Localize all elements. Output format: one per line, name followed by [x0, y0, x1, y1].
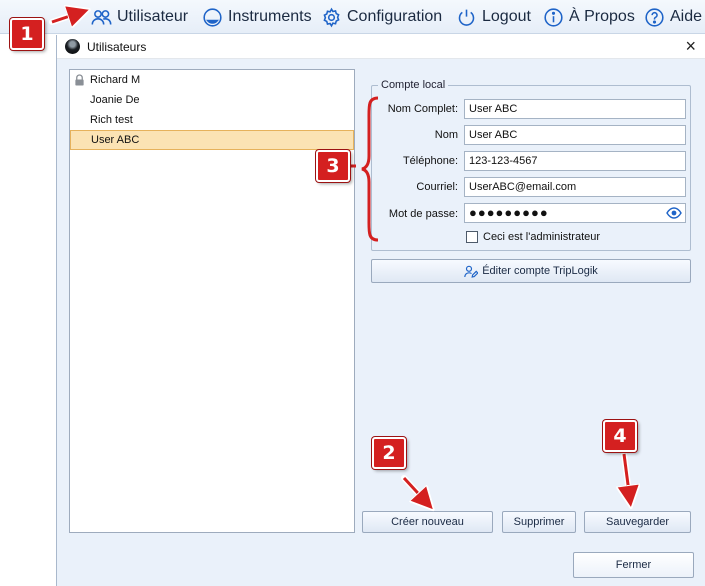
- password-label: Mot de passe:: [388, 208, 458, 220]
- callout-3: 3: [316, 150, 350, 182]
- create-new-button[interactable]: Créer nouveau: [362, 511, 493, 533]
- local-account-group: Compte local Nom Complet: Nom Téléphone:…: [371, 79, 691, 251]
- menu-configuration[interactable]: Configuration: [321, 6, 442, 28]
- menu-a-propos[interactable]: À Propos: [543, 6, 635, 28]
- list-item-label: User ABC: [91, 134, 140, 146]
- close-icon[interactable]: ×: [685, 36, 696, 57]
- eye-icon[interactable]: [666, 207, 682, 219]
- save-button[interactable]: Sauvegarder: [584, 511, 691, 533]
- password-value: ●●●●●●●●●: [469, 205, 549, 220]
- name-label: Nom: [434, 129, 458, 141]
- group-title: Compte local: [378, 79, 449, 91]
- menu-aide-label: Aide: [670, 8, 703, 25]
- gear-icon: [323, 7, 340, 27]
- callout-2: 2: [372, 437, 406, 469]
- help-icon: [645, 7, 664, 27]
- close-button[interactable]: Fermer: [573, 552, 694, 578]
- lock-icon: [75, 74, 84, 86]
- create-new-label: Créer nouveau: [391, 516, 464, 528]
- user-edit-icon: [464, 265, 479, 278]
- dialog-title: Utilisateurs: [87, 40, 147, 54]
- save-label: Sauvegarder: [606, 516, 669, 528]
- user-list[interactable]: Richard M Joanie De Rich test User ABC: [69, 69, 355, 533]
- menu-aide[interactable]: Aide: [644, 6, 702, 28]
- menu-logout-label: Logout: [482, 8, 531, 25]
- menu-utilisateur-label: Utilisateur: [117, 8, 189, 25]
- menu-configuration-label: Configuration: [347, 8, 443, 25]
- close-label: Fermer: [615, 559, 652, 571]
- email-label: Courriel:: [416, 181, 458, 193]
- password-field[interactable]: ●●●●●●●●●: [464, 203, 686, 223]
- menu-logout[interactable]: Logout: [456, 6, 531, 28]
- admin-checkbox-label: Ceci est l'administrateur: [483, 231, 601, 243]
- list-item-label: Rich test: [90, 114, 133, 126]
- list-item-rich-test[interactable]: Rich test: [70, 110, 354, 130]
- annotation-bracket: [361, 96, 379, 242]
- phone-label: Téléphone:: [402, 155, 458, 167]
- email-input[interactable]: [464, 177, 686, 197]
- users-dialog: Utilisateurs × Richard M Joanie De Rich …: [56, 35, 705, 586]
- info-icon: [544, 7, 563, 27]
- callout-1: 1: [10, 18, 44, 50]
- menu-a-propos-label: À Propos: [569, 8, 635, 25]
- full-name-label: Nom Complet:: [387, 103, 458, 115]
- admin-checkbox[interactable]: [466, 231, 478, 243]
- dialog-title-bar: Utilisateurs ×: [57, 35, 705, 59]
- edit-triplogik-label: Éditer compte TripLogik: [482, 265, 598, 277]
- delete-button[interactable]: Supprimer: [502, 511, 576, 533]
- menu-instruments[interactable]: Instruments: [202, 6, 312, 28]
- menu-instruments-label: Instruments: [228, 8, 312, 25]
- menu-bar: Utilisateur Instruments Configuration Lo…: [0, 0, 705, 34]
- edit-triplogik-button[interactable]: Éditer compte TripLogik: [371, 259, 691, 283]
- full-name-input[interactable]: [464, 99, 686, 119]
- instrument-icon: [203, 7, 222, 27]
- list-item-user-abc[interactable]: User ABC: [70, 130, 354, 150]
- power-icon: [458, 9, 475, 26]
- menu-utilisateur[interactable]: Utilisateur: [91, 6, 188, 28]
- phone-input[interactable]: [464, 151, 686, 171]
- callout-4: 4: [603, 420, 637, 452]
- list-item-joanie-de[interactable]: Joanie De: [70, 90, 354, 110]
- users-icon: [91, 9, 112, 25]
- app-logo-icon: [65, 39, 80, 54]
- list-item-richard-m[interactable]: Richard M: [70, 70, 354, 90]
- list-item-label: Joanie De: [90, 94, 140, 106]
- name-input[interactable]: [464, 125, 686, 145]
- list-item-label: Richard M: [90, 74, 141, 86]
- delete-label: Supprimer: [513, 516, 565, 528]
